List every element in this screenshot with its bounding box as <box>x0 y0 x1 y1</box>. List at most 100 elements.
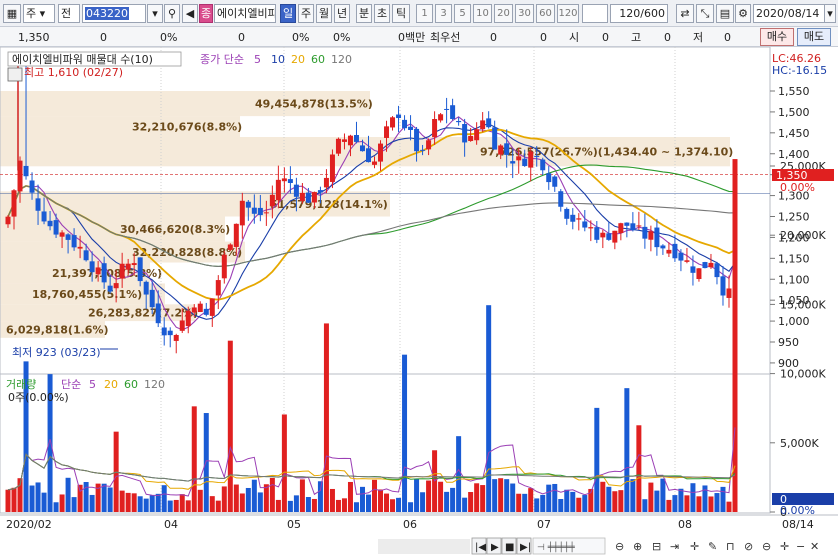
max-price-label: 최고 1,610 (02/27) <box>24 66 123 79</box>
volume-bar <box>558 498 564 512</box>
stock-chart[interactable]: 6,029,818(1.6%) 26,283,827(7.2%) 18,760,45… <box>0 47 838 556</box>
period-button-second[interactable]: 초 <box>374 4 390 23</box>
scroll-controls[interactable]: |◀ ▶ ■ ▶| ⊣ ╪╪╪╪╪ ⊖ ⊕ ⊟ ⇥ ✛ ✎ ⊓ ⊘ ⊖ ✛ − … <box>378 537 819 555</box>
candle-body <box>89 261 95 273</box>
candle-body <box>59 232 65 237</box>
x-axis-label: 06 <box>403 518 417 531</box>
volume-bar <box>197 489 203 512</box>
candle-body <box>564 208 570 219</box>
candle-body <box>534 156 540 158</box>
candle-body <box>678 252 684 261</box>
volume-bar <box>179 494 185 512</box>
volume-bar <box>263 484 269 512</box>
candle-body <box>672 243 678 259</box>
code-selector[interactable]: 전 <box>58 4 80 23</box>
candle-body <box>293 184 299 197</box>
sell-button[interactable]: 매도 <box>797 28 831 46</box>
minute-option-120[interactable]: 120 <box>557 4 579 23</box>
candle-body <box>432 119 438 138</box>
calendar-dropdown-button[interactable]: ▾ <box>824 4 836 23</box>
volume-ma-period-120: 120 <box>144 378 165 391</box>
candle-body <box>23 165 29 177</box>
candle-icon[interactable]: ⊟ <box>652 540 661 553</box>
volume-ma-period-20: 20 <box>104 378 118 391</box>
zoom-in-icon[interactable]: ⊕ <box>633 540 642 553</box>
minimize-icon[interactable]: − <box>796 540 805 553</box>
calculator-icon[interactable] <box>7 67 23 82</box>
volume-bar <box>426 480 432 512</box>
volume-tick-label: 10,000K <box>780 368 826 381</box>
volume-bar <box>564 489 570 512</box>
candle-body <box>612 230 618 243</box>
period-button-month[interactable]: 월 <box>316 4 332 23</box>
settings-sync-icon[interactable]: ⇄ <box>676 4 694 23</box>
market-selector-label: 주 <box>26 7 37 20</box>
period-button-week[interactable]: 주 <box>298 4 314 23</box>
chart-tool-icon[interactable]: ⤡ <box>696 4 714 23</box>
zoom-out-icon[interactable]: ⊖ <box>615 540 624 553</box>
volume-bar <box>468 492 474 512</box>
volume-tick-label: 15,000K <box>780 298 826 311</box>
candle-body <box>179 320 185 331</box>
period-button-minute[interactable]: 분 <box>356 4 372 23</box>
candle-body <box>83 250 89 261</box>
date-field[interactable]: 2020/08/14 <box>753 4 825 23</box>
crosshair-icon[interactable]: ✛ <box>690 540 699 553</box>
candle-body <box>444 108 450 110</box>
chart-menu-icon[interactable]: ▦ <box>3 4 21 23</box>
candle-body <box>29 180 35 193</box>
candle-body <box>540 159 546 171</box>
volume-bar <box>11 487 17 512</box>
search-icon[interactable]: ⚲ <box>164 4 180 23</box>
stock-type-badge: 종 <box>199 4 213 23</box>
volume-bar <box>209 496 215 512</box>
minute-option-5[interactable]: 5 <box>454 4 471 23</box>
ma-period-60: 60 <box>311 53 325 66</box>
count-display[interactable]: 120/600 <box>610 4 668 23</box>
period-button-day[interactable]: 일 <box>280 4 296 23</box>
stock-code-input[interactable]: 043220 <box>82 4 146 23</box>
magnet-icon[interactable]: ⊓ <box>726 540 735 553</box>
candle-body <box>329 154 335 182</box>
priority-label: 최우선 <box>430 31 461 44</box>
volume-bar <box>365 494 371 512</box>
save-icon[interactable]: ▤ <box>716 4 734 23</box>
expand-icon[interactable]: ⇥ <box>670 540 679 553</box>
gear-icon[interactable]: ⚙ <box>735 4 751 23</box>
candle-body <box>654 227 660 248</box>
candle-body <box>131 263 137 266</box>
minute-option-10[interactable]: 10 <box>473 4 492 23</box>
volume-bar <box>648 482 654 512</box>
buy-button[interactable]: 매수 <box>760 28 794 46</box>
minus-icon[interactable]: ⊖ <box>762 540 771 553</box>
eraser-icon[interactable]: ⊘ <box>744 540 753 553</box>
volume-ma-label: 단순 <box>61 378 81 391</box>
volume-bar <box>486 305 492 512</box>
market-selector[interactable]: 주 ▾ <box>23 4 55 23</box>
scroll-track[interactable] <box>378 539 470 554</box>
candle-body <box>618 223 624 234</box>
volume-bar <box>245 487 251 512</box>
period-button-year[interactable]: 년 <box>334 4 350 23</box>
minute-option-60[interactable]: 60 <box>536 4 555 23</box>
volume-bar <box>678 488 684 512</box>
open-value: 0 <box>602 31 609 44</box>
volume-bar <box>239 493 245 512</box>
minute-option-3[interactable]: 3 <box>435 4 452 23</box>
close-icon[interactable]: ✕ <box>810 540 819 553</box>
low-label: 저 <box>693 31 704 44</box>
candle-body <box>702 262 708 269</box>
minute-option-1[interactable]: 1 <box>416 4 433 23</box>
minute-option-20[interactable]: 20 <box>494 4 513 23</box>
candle-body <box>378 143 384 162</box>
candle-body <box>251 207 257 214</box>
period-button-tick[interactable]: 틱 <box>392 4 410 23</box>
plus-icon[interactable]: ✛ <box>780 540 789 553</box>
period-input[interactable] <box>582 4 608 23</box>
code-dropdown-button[interactable]: ▾ <box>147 4 163 23</box>
draw-tool-icon[interactable]: ✎ <box>708 540 717 553</box>
sound-icon[interactable]: ◀ <box>182 4 198 23</box>
current-price: 1,350 <box>18 31 50 44</box>
volume-bar <box>594 407 600 512</box>
minute-option-30[interactable]: 30 <box>515 4 534 23</box>
